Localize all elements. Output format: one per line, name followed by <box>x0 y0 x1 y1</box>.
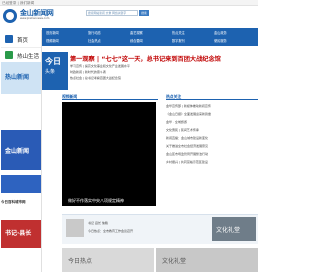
ad-text: 金山新闻 <box>5 148 30 155</box>
sidebar-ad-blue[interactable]: 金山新闻 <box>1 130 41 170</box>
footer-image-right[interactable]: 文化礼堂 <box>156 248 258 272</box>
video-section-header: 视频新闻 <box>62 94 158 100</box>
nav-link[interactable]: 旅行动态 <box>88 30 101 35</box>
sidebar-ad-blue-secondary[interactable] <box>1 175 41 193</box>
footer-text: 今日热点 <box>68 258 93 265</box>
sidebar-ad-red[interactable]: 书记·县长 <box>1 220 41 248</box>
nav-link[interactable]: 社会热点 <box>88 38 101 43</box>
ad-text: 书记·县长 <box>5 230 32 237</box>
sidebar-hint[interactable]: 今日百科城市网 <box>1 200 41 210</box>
thumbnail-image[interactable] <box>66 219 84 237</box>
list-item[interactable]: 文化惠民 | 民间艺术传承 <box>166 128 258 132</box>
logo-subtitle: www.jinshannews.com <box>20 17 50 20</box>
news-link[interactable]: 时政新闻 | 新时代的奋斗者 <box>70 70 156 74</box>
nav-link[interactable]: 首页新闻 <box>46 30 59 35</box>
search-input[interactable]: 搜索网站新闻 文章 网络关键字 <box>86 10 138 16</box>
home-icon <box>5 35 13 43</box>
bottom-link[interactable]: 今日热点：全市教育工作会议召开 <box>88 229 133 233</box>
bottom-link[interactable]: 书记 县长 信箱 <box>88 221 108 225</box>
list-item[interactable]: 《金山日报》全面发展迎来新篇章 <box>166 112 258 116</box>
promo-image[interactable]: 文化礼堂 <box>212 217 256 241</box>
sidebar-banner[interactable]: 热山新闻 <box>1 62 41 94</box>
nav-link[interactable]: 便民服务 <box>214 38 227 43</box>
nav-link[interactable]: 金山政务 <box>214 30 227 35</box>
main-nav: 首页新闻 旅行动态 曲艺观察 热点关注 金山政务 视频新闻 社会热点 综合要闻 … <box>42 28 258 46</box>
list-item[interactable]: 金山区市场监管局开展整治行动 <box>166 152 258 156</box>
nav-link[interactable]: 曲艺观察 <box>130 30 143 35</box>
sidebar-item-home[interactable]: 首页 <box>1 32 41 48</box>
nav-link[interactable]: 数字报刊 <box>172 38 185 43</box>
list-item[interactable]: 新闻直播：金山城市建设新变化 <box>166 136 258 140</box>
top-bar: 已经登录 | 我们新闻 <box>0 0 258 6</box>
video-caption: 做好不作落实中央八项规定精神 <box>68 198 124 203</box>
nav-link[interactable]: 综合要闻 <box>130 38 143 43</box>
list-item[interactable]: 关于推进全市社会经济发展意见 <box>166 144 258 148</box>
today-badge: 今日 头条 <box>42 52 68 90</box>
leaf-icon <box>5 51 13 59</box>
bottom-strip: 书记 县长 信箱 今日热点：全市教育工作会议召开 文化礼堂 <box>62 214 258 244</box>
banner-text: 热山新闻 <box>5 74 30 81</box>
today-title: 今日 <box>45 57 61 66</box>
list-item[interactable]: 乡村振兴 | 共同富裕示范区建设 <box>166 160 258 164</box>
list-item[interactable]: 金华宣传部 | 新媒体推动新闻宣传 <box>166 104 258 108</box>
sidebar-item-label: 热山生活 <box>17 54 40 60</box>
headline-link[interactable]: 第一观察 | “七七”这一天，总书记来到百团大战纪念馆 <box>70 54 258 63</box>
sidebar-item-label: 首页 <box>17 38 29 44</box>
hot-topics-header: 热点关注 <box>166 94 258 100</box>
news-link[interactable]: 学习宣传 | 提高文化事业和文化产业发展水平 <box>70 64 156 68</box>
video-player[interactable]: 做好不作落实中央八项规定精神 <box>62 102 156 206</box>
section-title[interactable]: 视频新闻 <box>62 94 77 100</box>
today-subtitle: 头条 <box>45 69 56 75</box>
promo-text: 文化礼堂 <box>216 227 241 234</box>
footer-image-left[interactable]: 今日热点 <box>62 248 154 272</box>
logo-icon <box>3 9 17 23</box>
topbar-text: 已经登录 | 我们新闻 <box>2 1 35 5</box>
search-button[interactable]: 搜索 <box>139 10 149 16</box>
nav-link[interactable]: 视频新闻 <box>46 38 59 43</box>
list-item[interactable]: 金华 · 全域旅游 <box>166 120 258 124</box>
news-link[interactable]: 热点社会 | 总书记考察百团大战纪念馆 <box>70 76 156 80</box>
nav-link[interactable]: 热点关注 <box>172 30 185 35</box>
footer-text: 文化礼堂 <box>162 258 187 265</box>
section-title[interactable]: 热点关注 <box>166 94 181 100</box>
